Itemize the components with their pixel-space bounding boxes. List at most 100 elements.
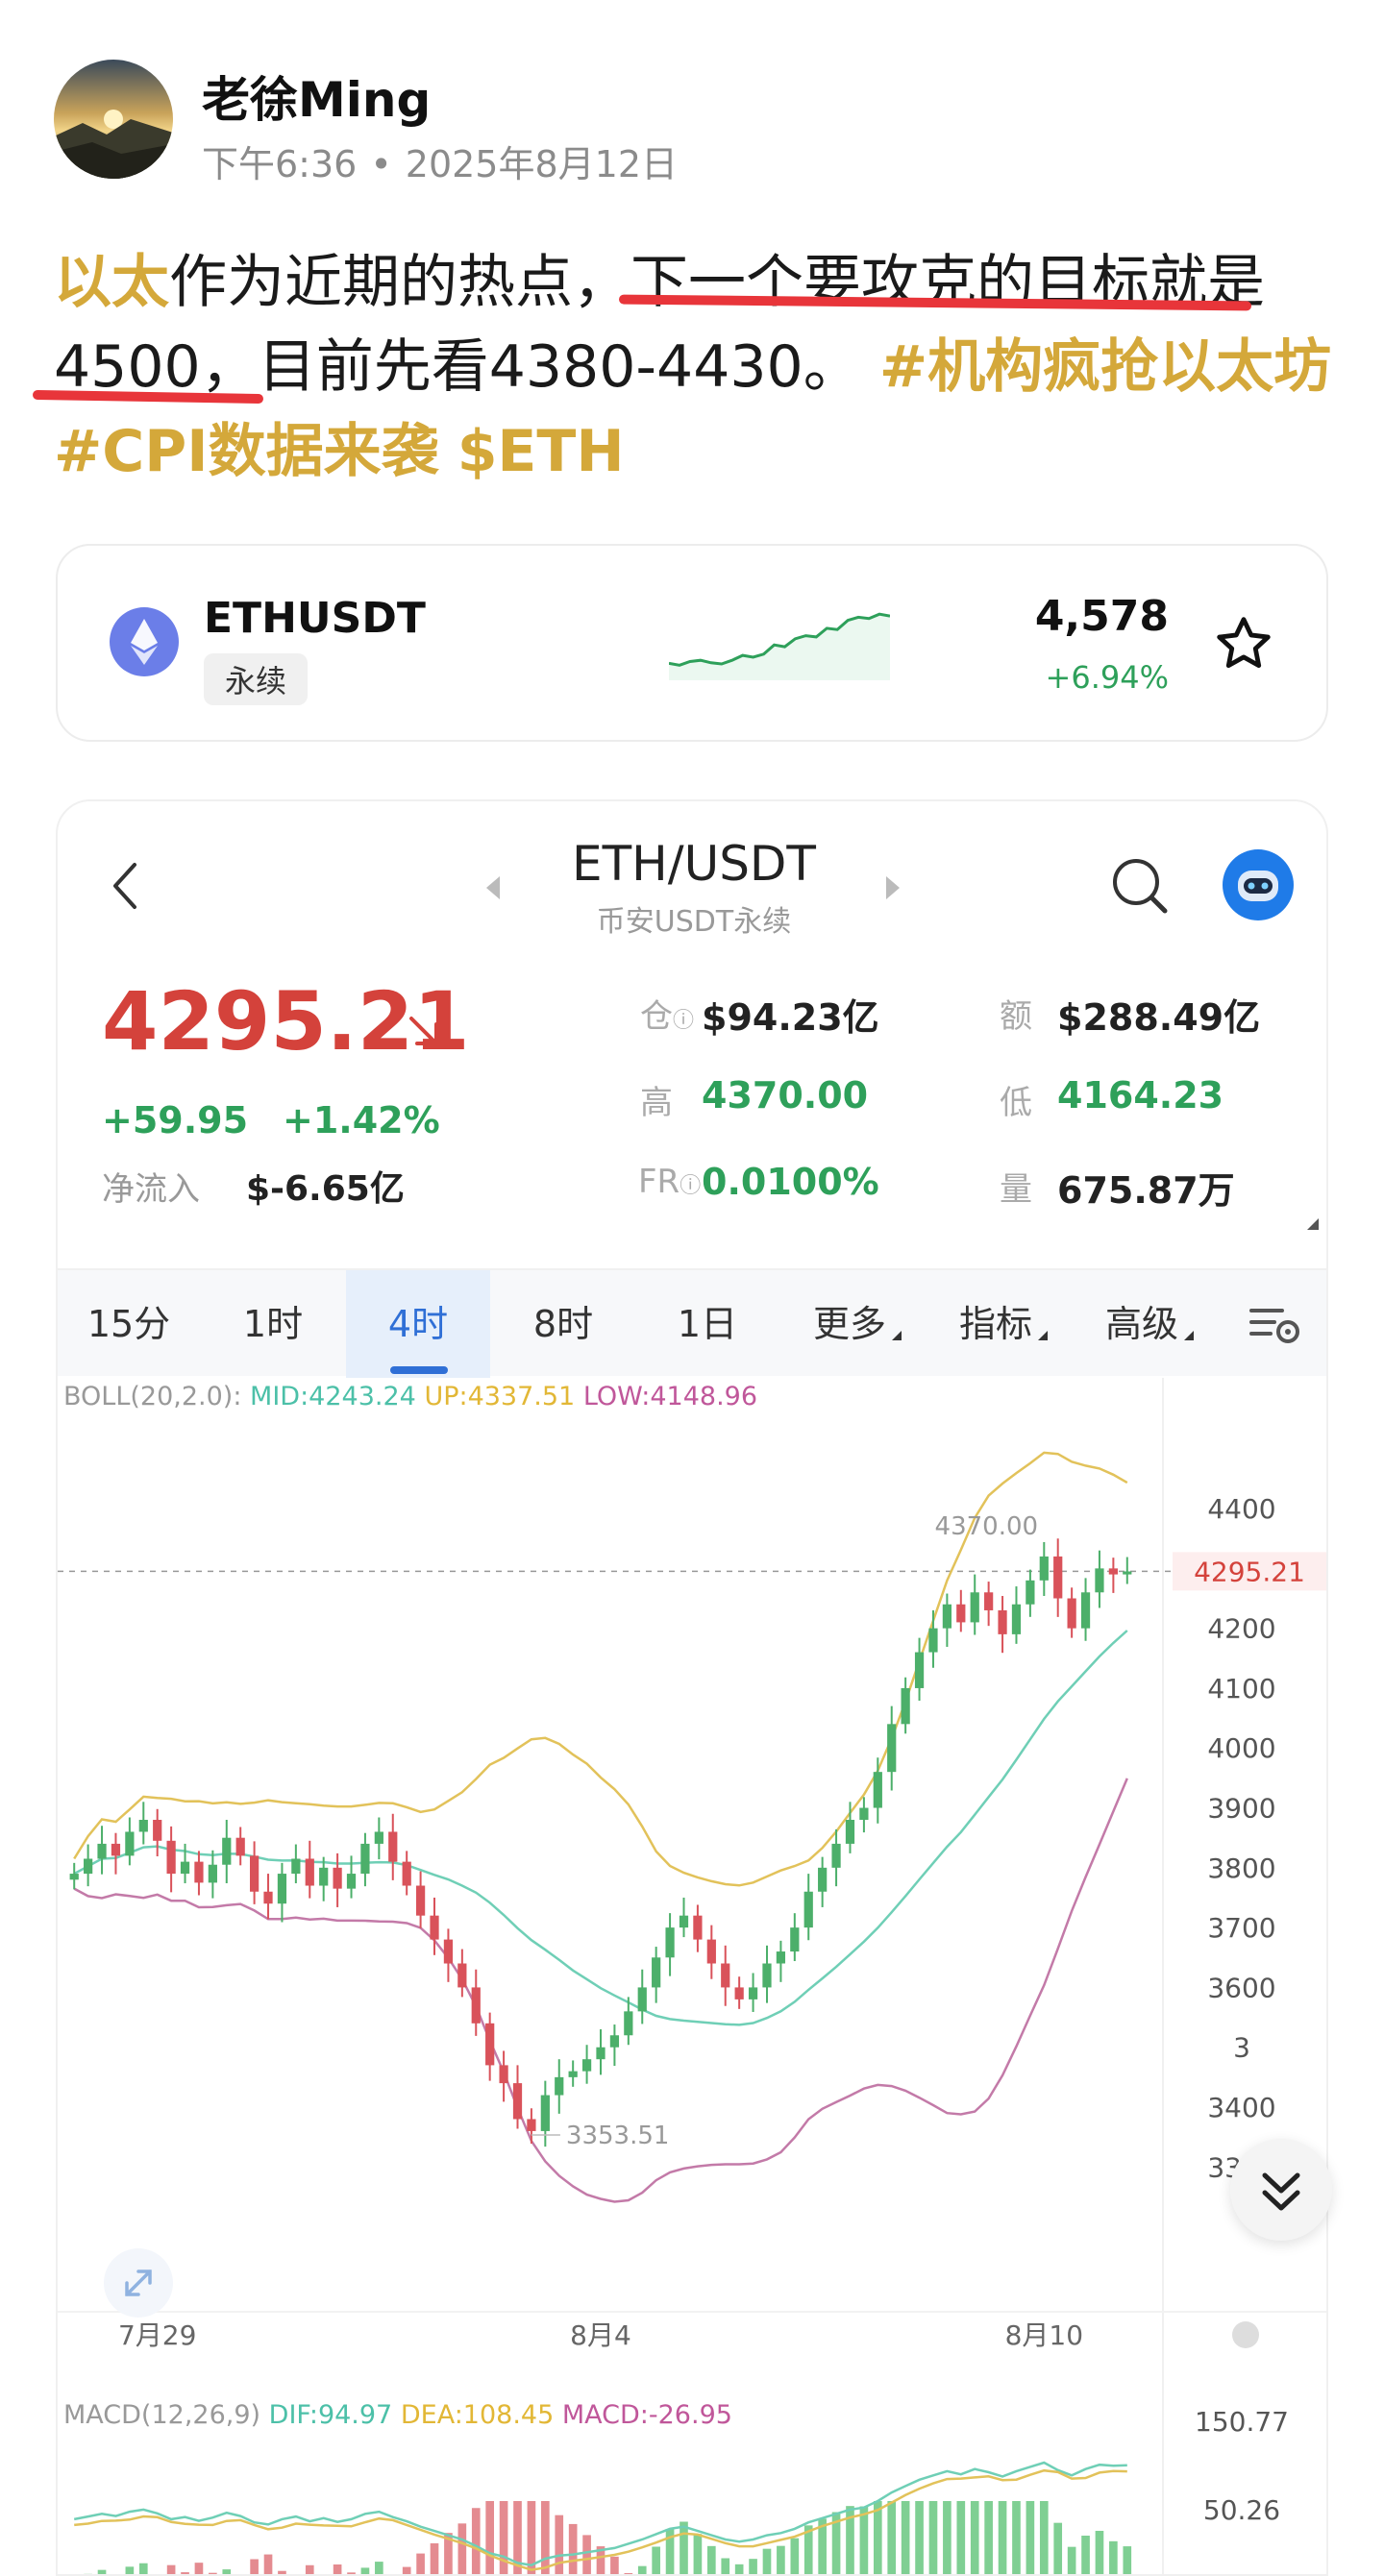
macd-bar	[680, 2521, 688, 2574]
macd-tick-label: 150.77	[1195, 2406, 1289, 2438]
candle-body	[305, 1858, 314, 1886]
tab-1d[interactable]: 1日	[636, 1270, 778, 1378]
candle-body	[222, 1837, 232, 1865]
boll-mid-line	[73, 1630, 1128, 2026]
post-meta: 下午6:36 • 2025年8月12日	[202, 135, 678, 187]
assistant-bot-icon[interactable]	[1223, 849, 1294, 920]
macd-bar	[430, 2543, 439, 2574]
candle-body	[1080, 1592, 1091, 1629]
tab-4h[interactable]: 4时	[346, 1270, 490, 1378]
change-percent: +1.42%	[283, 1099, 440, 1141]
candle-body	[138, 1820, 148, 1832]
open-interest-label: 仓ⓘ	[640, 997, 695, 1036]
cashtag-eth[interactable]: $ETH	[457, 418, 625, 485]
candle-body	[721, 1963, 730, 1988]
macd-dif: DIF:94.97	[268, 2400, 393, 2430]
candle-body	[831, 1843, 841, 1868]
candle-body	[1039, 1556, 1049, 1581]
star-icon[interactable]	[1213, 613, 1274, 675]
candle-body	[540, 2095, 550, 2131]
macd-bar	[1012, 2501, 1021, 2574]
candle-body	[679, 1915, 689, 1928]
timeframe-bar: 15分 1时 4时 8时 1日 更多 指标 高级	[58, 1268, 1326, 1378]
next-pair-icon[interactable]	[886, 876, 900, 899]
highlight-eth[interactable]: 以太	[54, 249, 169, 316]
candle-body	[1026, 1580, 1035, 1605]
y-tick-label: 4400	[1207, 1493, 1275, 1525]
tab-indicators[interactable]: 指标	[927, 1270, 1080, 1378]
candle-body	[111, 1843, 121, 1856]
change-absolute: +59.95	[102, 1099, 249, 1141]
candle-body	[208, 1864, 217, 1883]
hashtag-cpi[interactable]: #CPI数据来袭	[54, 418, 439, 485]
candle-body	[914, 1652, 925, 1688]
macd-bar	[943, 2501, 952, 2574]
candle-body	[970, 1592, 979, 1623]
y-tick-label: 3900	[1207, 1793, 1275, 1825]
low-label: 低	[1000, 1084, 1032, 1122]
candle-body	[776, 1951, 786, 1964]
candle-body	[845, 1820, 855, 1844]
scroll-down-button[interactable]	[1230, 2139, 1332, 2241]
macd-bar	[859, 2506, 869, 2574]
tab-15m[interactable]: 15分	[58, 1270, 200, 1378]
macd-bar	[734, 2564, 744, 2574]
high-annotation: 4370.00	[935, 1512, 1039, 1541]
candle-body	[803, 1891, 813, 1928]
ticker-change: +6.94%	[1045, 659, 1169, 696]
macd-bar	[457, 2523, 467, 2574]
turnover-value: $288.49亿	[1057, 996, 1261, 1039]
author-name[interactable]: 老徐Ming	[202, 61, 431, 131]
candlestick-chart[interactable]: 4400420041004000390038003700360033400330…	[58, 1378, 1328, 2576]
high-value: 4370.00	[702, 1074, 869, 1116]
candle-body	[956, 1604, 966, 1623]
macd-bar	[970, 2501, 979, 2574]
macd-bar	[181, 2572, 189, 2574]
chart-settings-icon[interactable]	[1249, 1305, 1303, 1347]
macd-bar	[1095, 2531, 1104, 2574]
trading-panel: ETH/USDT 币安USDT永续 4295.21 +59.95 +1.42% …	[56, 799, 1328, 2576]
expand-stats-icon[interactable]	[1307, 1218, 1319, 1230]
tab-more[interactable]: 更多	[780, 1270, 934, 1378]
avatar[interactable]	[54, 60, 173, 179]
post-text-line-2: 4500，目前先看4380-4430。	[54, 333, 861, 401]
candle-body	[402, 1861, 411, 1886]
macd-bar	[1053, 2522, 1063, 2574]
expand-chart-icon[interactable]	[104, 2248, 173, 2318]
y-tick-label: 3800	[1207, 1852, 1275, 1884]
candle-body	[457, 1963, 467, 1988]
macd-bar	[222, 2569, 232, 2574]
macd-bar	[1039, 2501, 1049, 2574]
macd-bar	[1123, 2546, 1132, 2574]
macd-bar	[471, 2508, 481, 2574]
candle-body	[499, 2065, 508, 2084]
ticker-card[interactable]: ETHUSDT 永续 4,578 +6.94%	[56, 544, 1328, 742]
macd-legend: MACD(12,26,9) DIF:94.97 DEA:108.45 MACD:…	[63, 2400, 732, 2430]
candle-body	[430, 1915, 439, 1940]
search-icon[interactable]	[1109, 855, 1171, 917]
tab-advanced[interactable]: 高级	[1073, 1270, 1226, 1378]
ticker-symbol: ETHUSDT	[204, 594, 426, 643]
candle-body	[652, 1957, 661, 1988]
candle-body	[1108, 1568, 1118, 1575]
tab-8h[interactable]: 8时	[492, 1270, 634, 1378]
ticker-tag: 永续	[204, 653, 309, 705]
macd-bar	[568, 2523, 578, 2574]
candle-body	[762, 1963, 772, 1988]
candle-body	[125, 1831, 135, 1856]
open-interest-value: $94.23亿	[702, 996, 879, 1039]
macd-bar	[721, 2558, 730, 2574]
hashtag-institutions[interactable]: #机构疯抢以太坊	[879, 333, 1331, 401]
candle-body	[512, 2083, 523, 2120]
macd-bar	[194, 2563, 204, 2574]
post-time: 下午6:36	[202, 143, 358, 185]
low-annotation: 3353.51	[566, 2122, 670, 2150]
macd-bar	[790, 2538, 800, 2574]
candle-body	[624, 2011, 633, 2036]
macd-dea: DEA:108.45	[400, 2400, 555, 2430]
sparkline	[669, 612, 890, 680]
tab-1h[interactable]: 1时	[202, 1270, 344, 1378]
macd-bar	[749, 2559, 757, 2574]
double-chevron-down-icon	[1262, 2172, 1300, 2211]
candle-body	[748, 1987, 758, 1999]
